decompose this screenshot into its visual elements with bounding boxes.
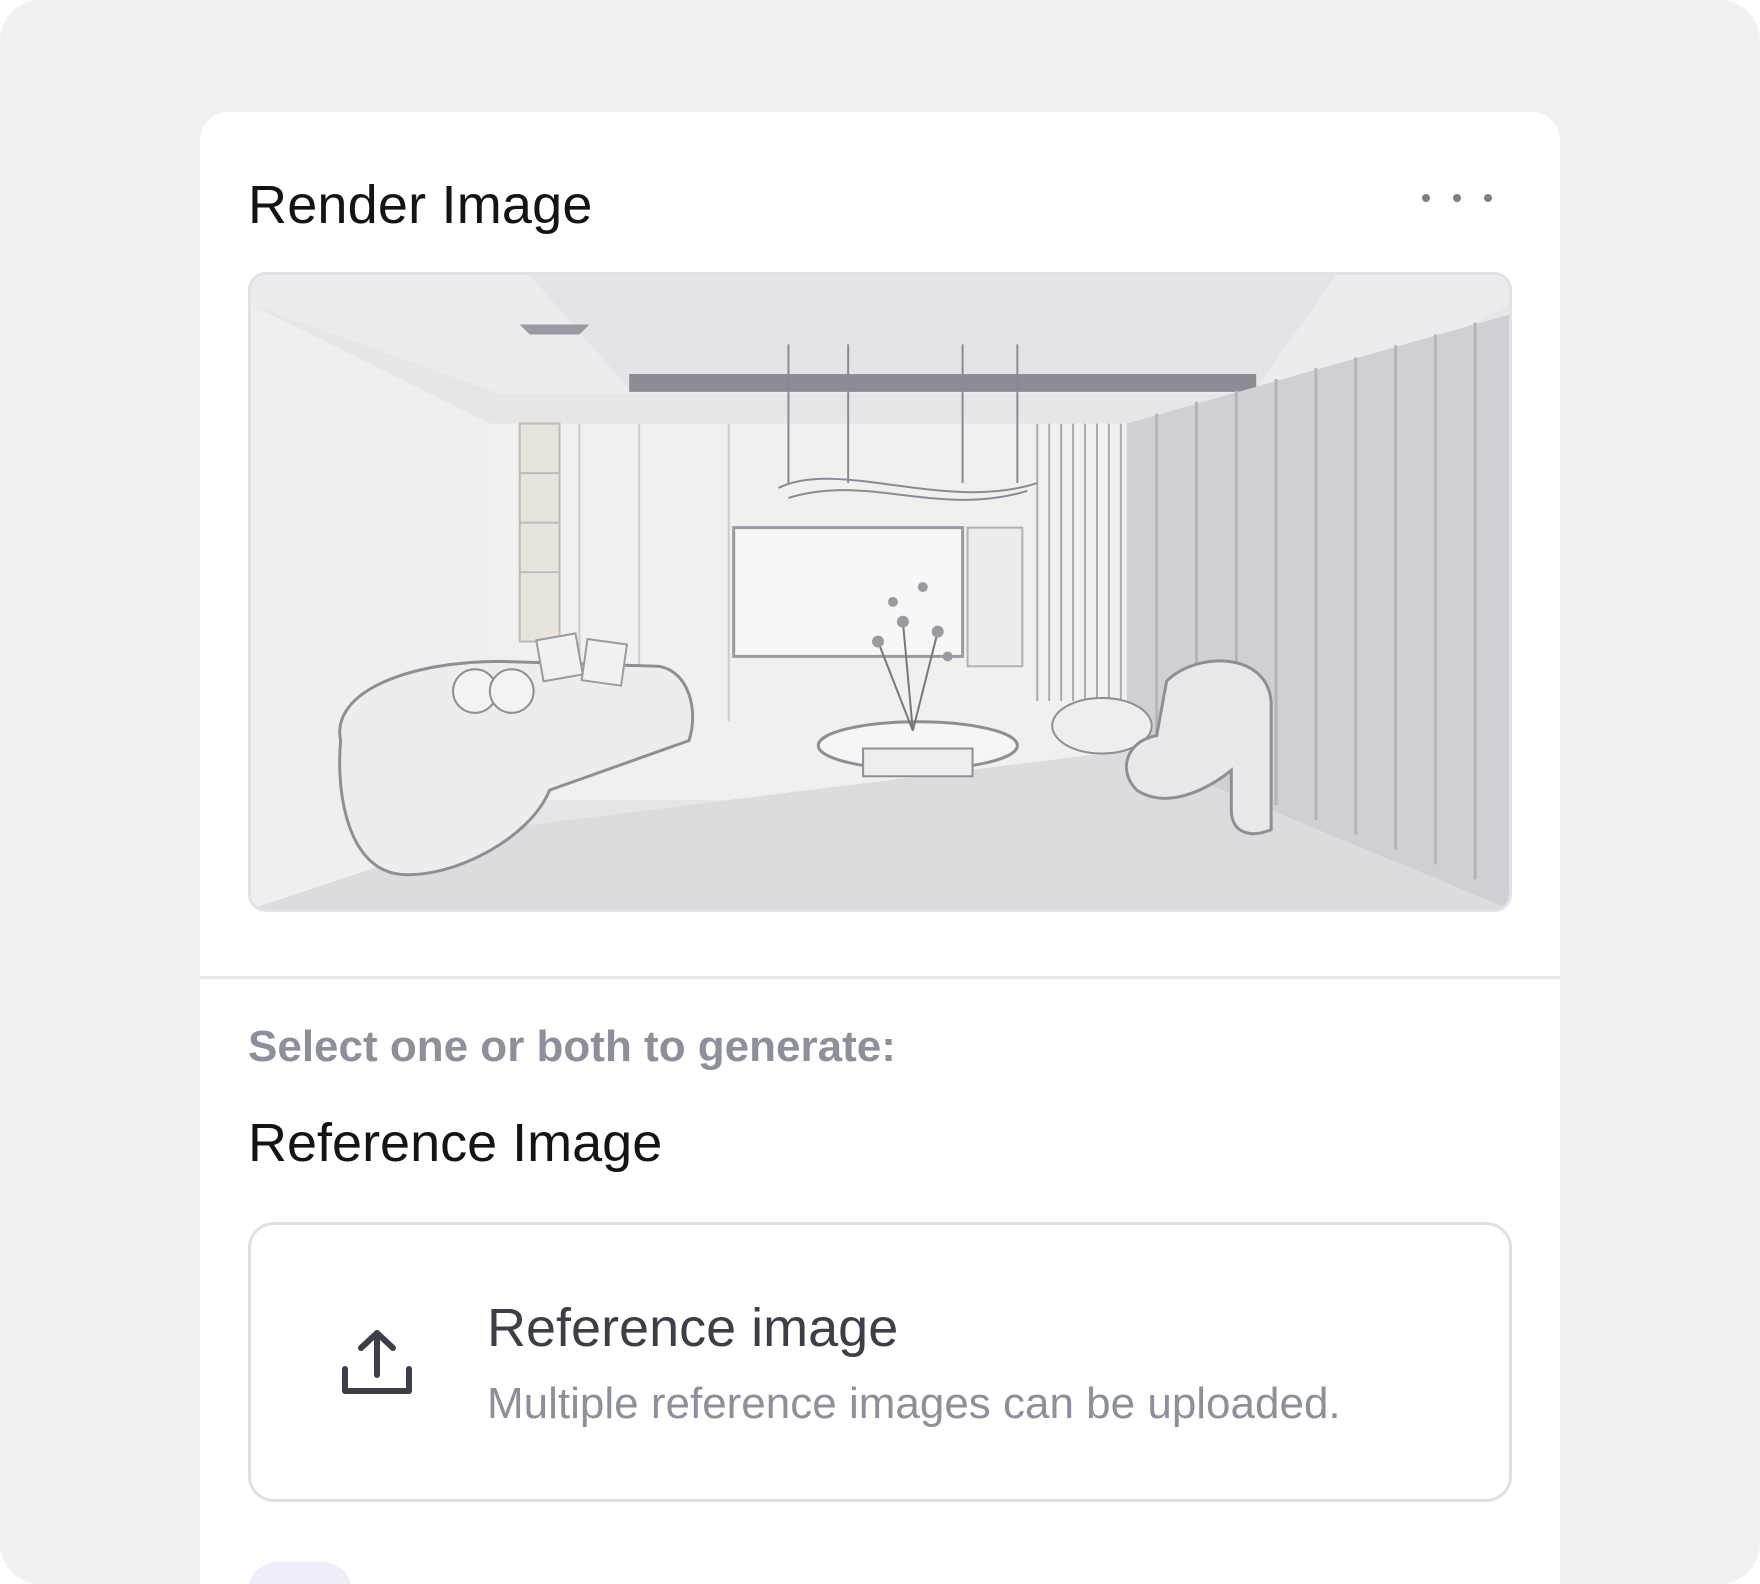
more-horizontal-icon [1422, 194, 1430, 202]
more-horizontal-icon-dot [1484, 194, 1492, 202]
upload-title: Reference image [487, 1298, 899, 1358]
card-title: Render Image [248, 175, 593, 235]
card-header: Render Image [248, 160, 1512, 240]
upload-icon [342, 1330, 412, 1394]
reference-upload-dropzone[interactable]: Reference image Multiple reference image… [248, 1222, 1512, 1502]
app-frame: Render Image Select one or both to gener… [0, 0, 1760, 1584]
render-image-card: Render Image Select one or both to gener… [200, 112, 1560, 1584]
render-preview-image[interactable] [248, 272, 1512, 912]
more-horizontal-icon-dot [1453, 194, 1461, 202]
option-pill[interactable] [248, 1562, 352, 1584]
more-options-button[interactable] [1422, 180, 1492, 216]
generate-prompt: Select one or both to generate: [248, 1022, 896, 1071]
reference-section-label: Reference Image [248, 1113, 663, 1173]
section-divider [200, 976, 1560, 979]
upload-subtitle: Multiple reference images can be uploade… [487, 1379, 1341, 1428]
living-room-render [251, 275, 1509, 909]
